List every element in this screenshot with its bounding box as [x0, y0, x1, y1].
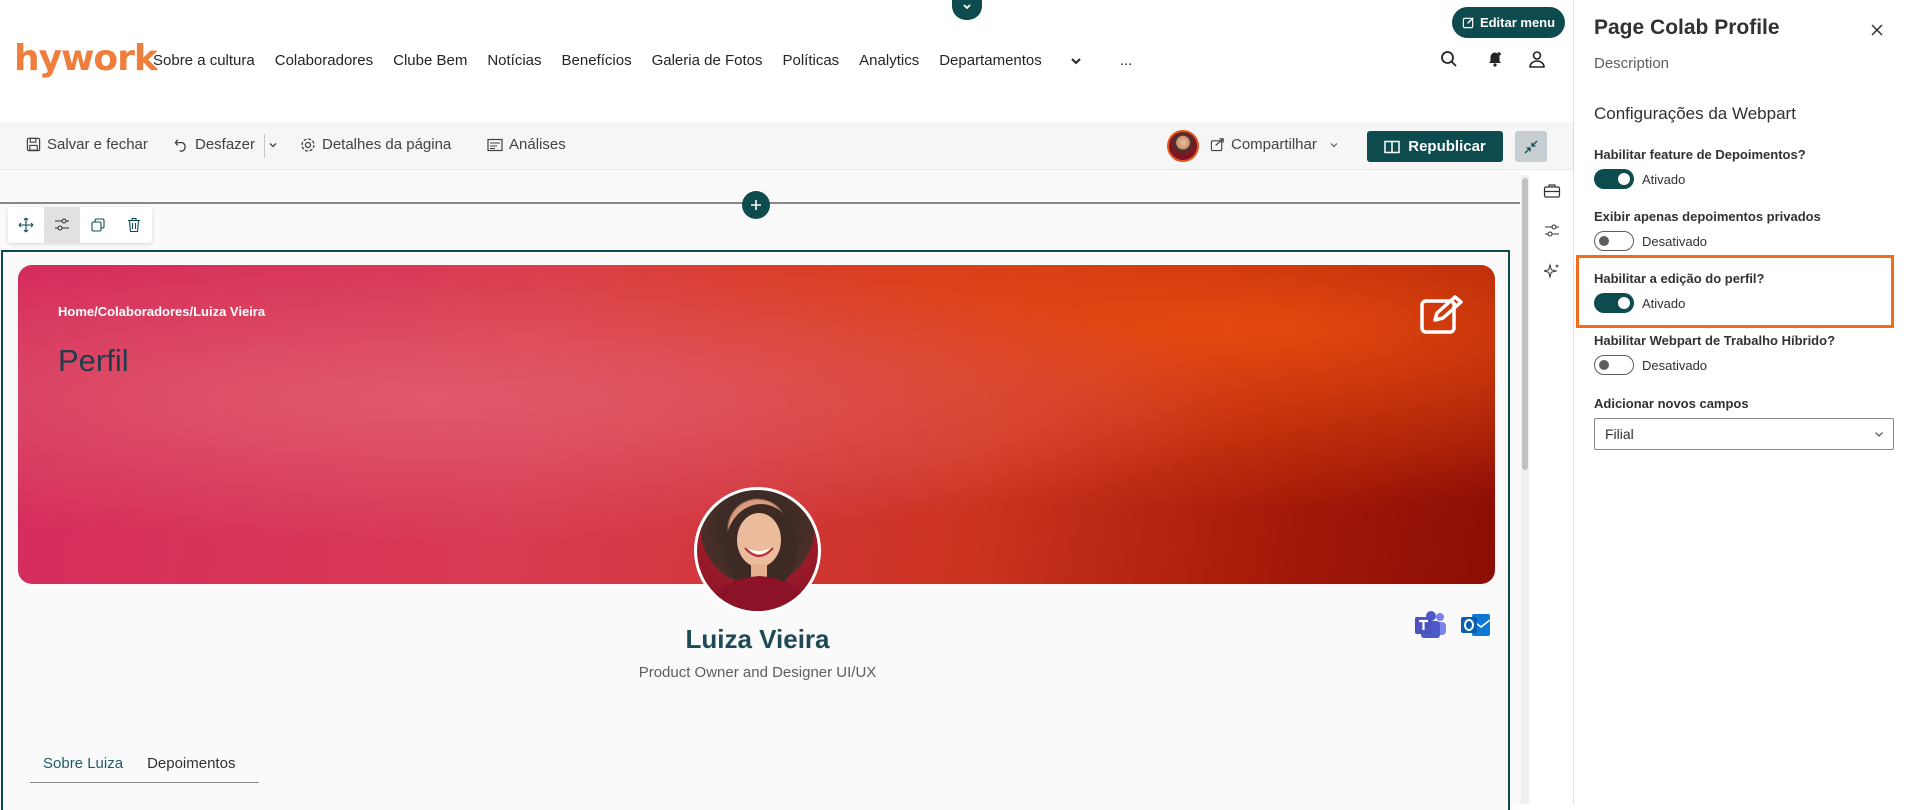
- divider: [264, 134, 265, 158]
- share-button[interactable]: Compartilhar: [1210, 136, 1339, 153]
- toggle-knob: [1618, 173, 1630, 185]
- analytics-icon: [487, 138, 503, 151]
- toggle-depoimentos[interactable]: [1594, 169, 1634, 189]
- toggle-state-text: Ativado: [1642, 172, 1686, 187]
- person-role: Product Owner and Designer UI/UX: [638, 664, 877, 681]
- field-label-trabalho-hibrido: Habilitar Webpart de Trabalho Híbrido?: [1594, 333, 1836, 348]
- edit-icon: [1462, 17, 1474, 29]
- save-icon: [26, 137, 41, 152]
- webpart-toolbar: [8, 207, 152, 243]
- colab-profile-webpart[interactable]: Home/Colaboradores/Luiza Vieira Perfil L…: [1, 250, 1510, 810]
- user-avatar[interactable]: [1167, 130, 1199, 162]
- nav-item-sobre-a-cultura[interactable]: Sobre a cultura: [153, 52, 255, 69]
- edit-profile-icon[interactable]: [1419, 295, 1463, 340]
- nav-item-clube-bem[interactable]: Clube Bem: [393, 52, 467, 69]
- republish-button[interactable]: Republicar: [1367, 131, 1503, 162]
- delete-icon[interactable]: [116, 207, 152, 243]
- search-icon[interactable]: [1440, 50, 1458, 68]
- close-icon[interactable]: [1868, 21, 1886, 39]
- notification-bell-icon[interactable]: [1486, 50, 1504, 68]
- nav-links: Sobre a cultura Colaboradores Clube Bem …: [153, 52, 1152, 69]
- toggle-state-text: Desativado: [1642, 234, 1708, 249]
- toggle-knob: [1599, 236, 1609, 246]
- book-open-icon: [1384, 140, 1400, 153]
- move-icon[interactable]: [8, 207, 44, 243]
- field-label-depoimentos: Habilitar feature de Depoimentos?: [1594, 147, 1806, 162]
- chevron-down-icon: [1875, 432, 1883, 437]
- undo-icon: [174, 139, 186, 152]
- properties-sliders-icon[interactable]: [1542, 221, 1562, 241]
- field-label-depoimentos-privados: Exibir apenas depoimentos privados: [1594, 209, 1821, 224]
- tool-strip: [1530, 170, 1573, 804]
- chevron-down-icon: [1330, 142, 1338, 147]
- share-icon: [1210, 138, 1224, 152]
- chevron-down-icon: [963, 4, 971, 10]
- profile-tabs: Sobre Luiza Depoimentos: [30, 755, 259, 783]
- nav-item-galeria-de-fotos[interactable]: Galeria de Fotos: [652, 52, 763, 69]
- toggle-depoimentos-privados[interactable]: [1594, 231, 1634, 251]
- design-ideas-sparkle-icon[interactable]: [1542, 261, 1562, 281]
- person-name: Luiza Vieira: [685, 624, 830, 654]
- expand-header-button[interactable]: [952, 0, 982, 20]
- microsoft-outlook-icon[interactable]: [1460, 610, 1492, 645]
- collapse-pane-button[interactable]: [1515, 131, 1547, 162]
- toggle-trabalho-hibrido[interactable]: [1594, 355, 1634, 375]
- pane-description: Description: [1594, 55, 1670, 72]
- hywork-logo[interactable]: hywork: [14, 38, 158, 79]
- canvas-scrollbar[interactable]: [1521, 175, 1529, 804]
- edit-command-bar: Salvar e fechar Desfazer Detalhes da pág…: [0, 122, 1573, 170]
- nav-item-departamentos[interactable]: Departamentos: [939, 52, 1082, 69]
- page-details-button[interactable]: Detalhes da página: [300, 136, 451, 153]
- add-section-button[interactable]: [742, 191, 770, 219]
- user-profile-icon[interactable]: [1528, 50, 1546, 68]
- property-pane: Page Colab Profile Description Configura…: [1573, 0, 1912, 804]
- edit-menu-button[interactable]: Editar menu: [1452, 7, 1565, 38]
- page-canvas: Home/Colaboradores/Luiza Vieira Perfil L…: [0, 171, 1523, 810]
- scrollbar-thumb[interactable]: [1522, 178, 1528, 470]
- highlight-annotation: [1576, 255, 1894, 328]
- nav-item-analytics[interactable]: Analytics: [859, 52, 919, 69]
- toggle-state-text: Desativado: [1642, 358, 1708, 373]
- tab-depoimentos[interactable]: Depoimentos: [147, 755, 235, 782]
- edit-properties-icon[interactable]: [44, 207, 80, 243]
- undo-dropdown-chevron-icon[interactable]: [268, 140, 278, 150]
- toggle-knob: [1599, 360, 1609, 370]
- nav-item-beneficios[interactable]: Benefícios: [562, 52, 632, 69]
- page-title: Perfil: [58, 343, 129, 378]
- gear-icon: [301, 137, 315, 152]
- analytics-button[interactable]: Análises: [487, 136, 566, 153]
- nav-item-colaboradores[interactable]: Colaboradores: [275, 52, 373, 69]
- nav-item-politicas[interactable]: Políticas: [782, 52, 839, 69]
- nav-item-noticias[interactable]: Notícias: [487, 52, 541, 69]
- nav-more[interactable]: ...: [1120, 52, 1133, 69]
- pane-title: Page Colab Profile: [1594, 16, 1780, 39]
- pane-group-header: Configurações da Webpart: [1594, 104, 1796, 123]
- breadcrumb[interactable]: Home/Colaboradores/Luiza Vieira: [58, 304, 265, 319]
- toolbox-icon[interactable]: [1542, 181, 1562, 201]
- save-close-button[interactable]: Salvar e fechar: [26, 136, 148, 153]
- chevron-down-icon: [1071, 57, 1081, 64]
- top-navigation: hywork Sobre a cultura Colaboradores Clu…: [0, 0, 1573, 122]
- field-label-novos-campos: Adicionar novos campos: [1594, 396, 1749, 411]
- profile-photo: [694, 487, 821, 614]
- tab-sobre-luiza[interactable]: Sobre Luiza: [43, 755, 123, 782]
- collapse-arrows-icon: [1524, 140, 1538, 153]
- duplicate-icon[interactable]: [80, 207, 116, 243]
- dropdown-value: Filial: [1605, 426, 1634, 442]
- microsoft-teams-icon[interactable]: [1413, 610, 1447, 645]
- undo-button[interactable]: Desfazer: [174, 136, 255, 153]
- new-fields-dropdown[interactable]: Filial: [1594, 418, 1894, 450]
- plus-icon: [751, 200, 761, 210]
